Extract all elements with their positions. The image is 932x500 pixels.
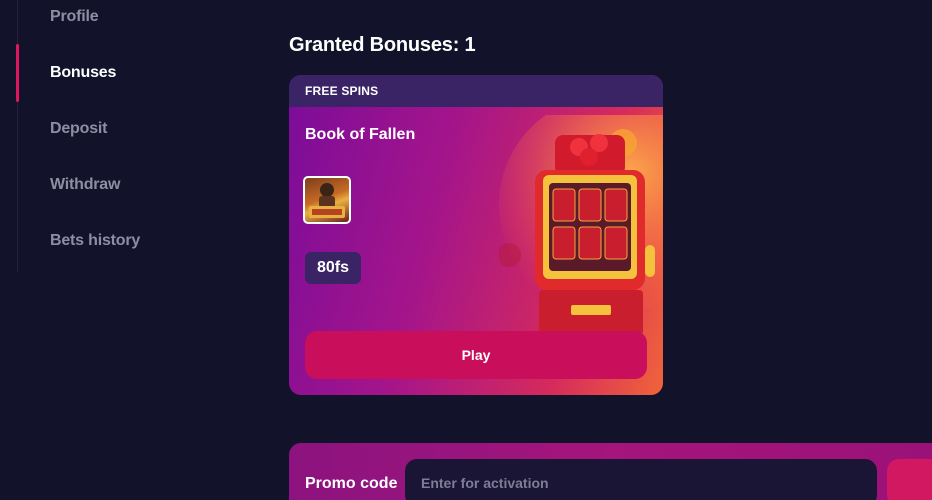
sidebar-item-bonuses[interactable]: Bonuses [50, 64, 116, 82]
slot-machine-illustration [499, 115, 663, 335]
play-button[interactable]: Play [305, 331, 647, 379]
book-of-fallen-logo-icon [309, 183, 345, 218]
sidebar-item-withdraw[interactable]: Withdraw [50, 176, 120, 194]
game-name: Book of Fallen [305, 126, 416, 143]
sidebar-item-deposit[interactable]: Deposit [50, 120, 107, 138]
page-title: Granted Bonuses: 1 [289, 34, 476, 56]
sidebar-divider [17, 0, 18, 272]
bonus-type-label: FREE SPINS [289, 75, 663, 107]
active-indicator [16, 44, 19, 102]
game-thumbnail[interactable] [303, 176, 351, 224]
sidebar-item-profile[interactable]: Profile [50, 8, 99, 26]
free-spins-amount: 80fs [305, 252, 362, 284]
sidebar: Profile Bonuses Deposit Withdraw Bets hi… [0, 0, 220, 272]
promo-code-label: Promo code [305, 475, 398, 492]
sidebar-item-bets-history[interactable]: Bets history [50, 232, 140, 250]
promo-activate-button[interactable] [887, 459, 932, 500]
bonus-card: FREE SPINS Book of Fallen 80fs Play [289, 75, 663, 395]
promo-code-panel: Promo code [289, 443, 932, 500]
promo-code-input[interactable] [405, 459, 877, 500]
